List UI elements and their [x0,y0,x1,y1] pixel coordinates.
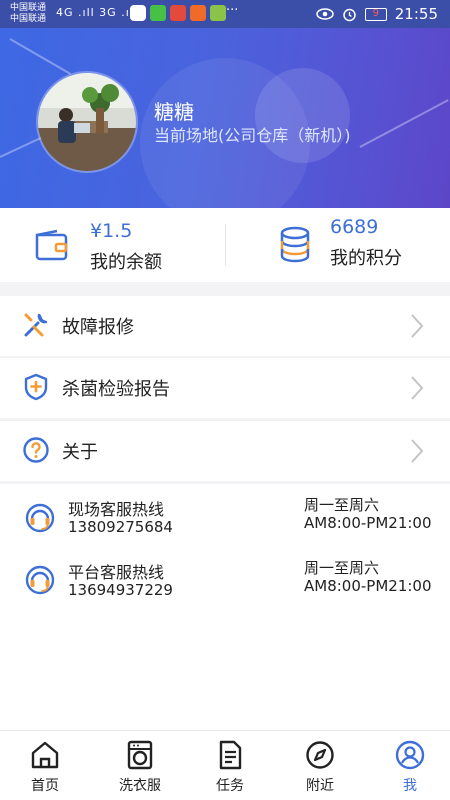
chevron-right-icon [411,376,424,400]
hotline-name: 平台客服热线 [68,563,165,582]
tab-nearby[interactable]: 附近 [275,731,365,800]
signal-icon: 4G .ıll 3G .ıll [56,6,138,19]
tab-label: 首页 [31,778,59,794]
avatar-photo [38,73,136,171]
decorative-line [359,99,449,148]
hotline-hours: AM8:00-PM21:00 [304,514,432,532]
menu-item-about[interactable]: 关于 [0,421,450,481]
status-bar: 中国联通 中国联通 4G .ıll 3G .ıll ··· 9 21:55 [0,0,450,28]
decorative-circle [255,68,350,163]
system-icons: 9 21:55 [316,5,438,23]
carrier-info: 中国联通 中国联通 [10,3,46,25]
app-notification-icon [130,5,146,21]
tab-home[interactable]: 首页 [0,731,90,800]
app-notification-icon [190,5,206,21]
balance-card[interactable]: ¥1.5 我的余额 [0,208,225,282]
tab-laundry[interactable]: 洗衣服 [95,731,185,800]
tab-label: 我 [403,778,417,794]
menu-item-sterilization-report[interactable]: 杀菌检验报告 [0,358,450,418]
hotline-name: 现场客服热线 [68,500,165,519]
wallet-icon [35,229,68,261]
username: 糖糖 [154,100,194,124]
notification-icons [130,5,226,21]
points-card[interactable]: 6689 我的积分 [225,208,450,282]
bottom-tab-bar: 首页 洗衣服 任务 附近 我 [0,730,450,800]
profile-header: 糖糖 当前场地(公司仓库（新机）) [0,28,450,208]
chevron-right-icon [411,314,424,338]
hotline-hours: AM8:00-PM21:00 [304,577,432,595]
app-notification-icon [170,5,186,21]
tab-tasks[interactable]: 任务 [185,731,275,800]
current-venue[interactable]: 当前场地(公司仓库（新机）) [154,122,351,146]
avatar[interactable] [36,71,138,173]
eye-icon [316,8,334,20]
tab-label: 附近 [306,778,334,794]
question-circle-icon [23,437,49,463]
tab-label: 任务 [216,778,244,794]
hotline-days: 周一至周六 [304,496,380,514]
coins-icon [280,226,310,263]
tab-me[interactable]: 我 [365,731,450,800]
menu-item-repair[interactable]: 故障报修 [0,296,450,356]
alarm-icon [343,8,356,21]
menu-item-label: 杀菌检验报告 [62,379,170,400]
points-label: 我的积分 [330,248,402,269]
home-icon [31,741,59,769]
shield-plus-icon [24,373,48,401]
user-circle-icon [395,740,425,770]
menu-item-label: 故障报修 [62,317,134,338]
document-icon [219,740,242,770]
hotline-phone[interactable]: 13809275684 [68,518,173,536]
washing-machine-icon [127,740,153,770]
headset-icon [25,503,55,533]
hotline-phone[interactable]: 13694937229 [68,581,173,599]
clock: 21:55 [394,5,438,23]
hotline-days: 周一至周六 [304,559,380,577]
menu-item-label: 关于 [62,442,98,463]
account-stats: ¥1.5 我的余额 6689 我的积分 [0,208,450,282]
wrench-screwdriver-icon [24,313,48,337]
hotline-section: 现场客服热线 13809275684 周一至周六 AM8:00-PM21:00 … [0,484,450,730]
carrier-2: 中国联通 [10,14,47,24]
headset-icon [25,565,55,595]
decorative-line [9,38,72,75]
tab-label: 洗衣服 [119,778,161,794]
more-notifications-icon: ··· [226,3,239,18]
balance-label: 我的余额 [90,252,162,273]
points-value: 6689 [330,216,379,238]
chevron-right-icon [411,439,424,463]
carrier-1: 中国联通 [10,3,47,13]
balance-value: ¥1.5 [90,220,133,242]
compass-icon [306,741,334,769]
wechat-notification-icon [150,5,166,21]
app-notification-icon [210,5,226,21]
battery-icon: 9 [364,7,387,21]
